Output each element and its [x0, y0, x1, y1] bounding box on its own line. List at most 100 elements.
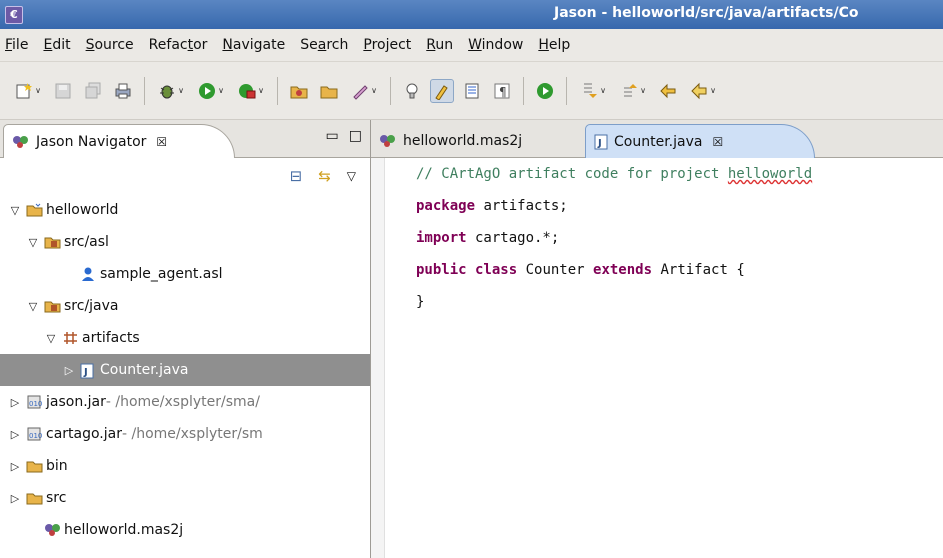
tree-item-sample-agent-asl[interactable]: sample_agent.asl: [0, 258, 370, 290]
menu-item-source[interactable]: Source: [79, 37, 142, 53]
new-wizard-button[interactable]: ∨: [11, 79, 45, 103]
show-whitespace-button[interactable]: ¶: [490, 79, 514, 103]
menu-bar: File Edit Source Refactor Navigate Search Proj…: [0, 29, 943, 62]
menu-item-edit[interactable]: Edit: [36, 37, 78, 53]
tree-item-label: jason.jar: [46, 394, 106, 410]
tab-label: Jason Navigator: [36, 133, 147, 150]
show-block-button[interactable]: [460, 79, 484, 103]
next-annotation-button[interactable]: ∨: [576, 79, 610, 103]
package-icon: [62, 331, 79, 345]
source-folder-icon: [44, 235, 61, 249]
tree-item-src[interactable]: ▷ src: [0, 482, 370, 514]
collapse-toggle-icon[interactable]: ▽: [8, 204, 22, 217]
mas2j-file-icon: [380, 135, 395, 147]
app-menu-icon[interactable]: €: [5, 5, 23, 24]
open-project-button[interactable]: [287, 79, 311, 103]
menu-item-run[interactable]: Run: [419, 37, 461, 53]
external-tools-button[interactable]: ∨: [234, 79, 268, 103]
code-line-import: import cartago.*;: [416, 230, 560, 246]
menu-item-search[interactable]: Search: [293, 37, 356, 53]
collapse-all-icon[interactable]: ⊟: [290, 167, 303, 185]
jar-icon: 010: [26, 427, 43, 441]
open-task-button[interactable]: ∨: [347, 79, 381, 103]
tree-item-path: - /home/xsplyter/sma/: [105, 394, 260, 410]
minimize-view-icon[interactable]: ▭: [326, 128, 339, 144]
expand-toggle-icon[interactable]: ▷: [62, 364, 76, 377]
expand-toggle-icon[interactable]: ▷: [8, 428, 22, 441]
jar-icon: 010: [26, 395, 43, 409]
tree-item-counter-java[interactable]: ▷ J Counter.java: [0, 354, 370, 386]
menu-item-refactor[interactable]: Refactor: [142, 37, 216, 53]
tree-item-cartago-jar[interactable]: ▷ 010 cartago.jar - /home/xsplyter/sm: [0, 418, 370, 450]
save-all-button[interactable]: [81, 79, 105, 103]
menu-item-navigate[interactable]: Navigate: [215, 37, 293, 53]
menu-item-project[interactable]: Project: [356, 37, 419, 53]
run-button[interactable]: ∨: [194, 79, 228, 103]
jason-navigator-view: Jason Navigator ☒ ▭ □ ⊟ ⇆ ▽ ▽ helloworld ▽…: [0, 120, 371, 558]
debug-button[interactable]: ∨: [154, 79, 188, 103]
svg-text:010: 010: [29, 432, 42, 440]
source-folder-icon: [44, 299, 61, 313]
toolbar-separator: [523, 76, 524, 105]
window-title: Jason - helloworld/src/java/artifacts/Co: [554, 5, 859, 21]
code-editor[interactable]: // CArtAgO artifact code for project hel…: [371, 158, 943, 558]
tree-item-label: src/java: [64, 298, 119, 314]
mark-occurrences-button[interactable]: [430, 78, 454, 103]
tree-item-label: artifacts: [82, 330, 140, 346]
tree-item-jason-jar[interactable]: ▷ 010 jason.jar - /home/xsplyter/sma/: [0, 386, 370, 418]
toolbar-separator: [390, 76, 391, 105]
tree-item-src-asl[interactable]: ▽ src/asl: [0, 226, 370, 258]
menu-item-file[interactable]: File: [0, 37, 36, 53]
link-with-editor-icon[interactable]: ⇆: [318, 167, 331, 185]
svg-text:J: J: [83, 367, 88, 378]
tree-item-label: cartago.jar: [46, 426, 122, 442]
agent-file-icon: [80, 267, 97, 281]
open-folder-button[interactable]: [317, 79, 341, 103]
tree-item-src-java[interactable]: ▽ src/java: [0, 290, 370, 322]
svg-text:¶: ¶: [499, 85, 507, 99]
tree-item-bin[interactable]: ▷ bin: [0, 450, 370, 482]
java-file-icon: J: [80, 363, 97, 379]
svg-text:010: 010: [29, 400, 42, 408]
tree-item-helloworld[interactable]: ▽ helloworld: [0, 194, 370, 226]
tree-item-label: src: [46, 490, 67, 506]
main-toolbar: ∨ ∨ ∨ ∨ ∨ ¶ ∨ ∨ ∨: [0, 62, 943, 120]
print-button[interactable]: [111, 79, 135, 103]
window-titlebar[interactable]: € Jason - helloworld/src/java/artifacts/…: [0, 0, 943, 29]
tree-item-helloworld-mas2j[interactable]: helloworld.mas2j: [0, 514, 370, 546]
navigator-toolbar: ⊟ ⇆ ▽: [0, 158, 370, 194]
tree-item-label: Counter.java: [100, 362, 189, 378]
close-editor-icon[interactable]: ☒: [712, 135, 723, 149]
close-view-icon[interactable]: ☒: [156, 135, 167, 149]
jason-navigator-icon: [13, 135, 28, 148]
previous-annotation-button[interactable]: ∨: [616, 79, 650, 103]
collapse-toggle-icon[interactable]: ▽: [44, 332, 58, 345]
toolbar-separator: [277, 76, 278, 105]
source-code[interactable]: // CArtAgO artifact code for project hel…: [416, 162, 812, 322]
editor-tab-bar: helloworld.mas2j J Counter.java ☒: [371, 120, 943, 158]
collapse-toggle-icon[interactable]: ▽: [26, 236, 40, 249]
tree-item-label: helloworld: [46, 202, 119, 218]
toggle-annotation-button[interactable]: [400, 79, 424, 103]
editor-area: helloworld.mas2j J Counter.java ☒ // CAr…: [371, 120, 943, 558]
save-button[interactable]: [51, 79, 75, 103]
expand-toggle-icon[interactable]: ▷: [8, 492, 22, 505]
menu-item-window[interactable]: Window: [461, 37, 531, 53]
collapse-toggle-icon[interactable]: ▽: [26, 300, 40, 313]
tab-label: helloworld.mas2j: [403, 133, 523, 149]
expand-toggle-icon[interactable]: ▷: [8, 396, 22, 409]
view-menu-icon[interactable]: ▽: [347, 169, 356, 183]
tree-item-label: helloworld.mas2j: [64, 522, 184, 538]
maximize-view-icon[interactable]: □: [349, 128, 362, 144]
tab-helloworld-mas2j[interactable]: helloworld.mas2j: [371, 124, 583, 158]
tab-jason-navigator[interactable]: Jason Navigator ☒: [3, 124, 235, 158]
project-tree: ▽ helloworld ▽ src/asl sample_agent.asl ▽ src/…: [0, 194, 370, 546]
menu-item-help[interactable]: Help: [531, 37, 578, 53]
back-button[interactable]: ∨: [686, 79, 720, 103]
tree-item-artifacts[interactable]: ▽ artifacts: [0, 322, 370, 354]
expand-toggle-icon[interactable]: ▷: [8, 460, 22, 473]
tab-counter-java[interactable]: J Counter.java ☒: [585, 124, 815, 158]
run-jason-button[interactable]: [533, 79, 557, 103]
last-edit-location-button[interactable]: [656, 79, 680, 103]
code-line-package: package artifacts;: [416, 198, 568, 214]
